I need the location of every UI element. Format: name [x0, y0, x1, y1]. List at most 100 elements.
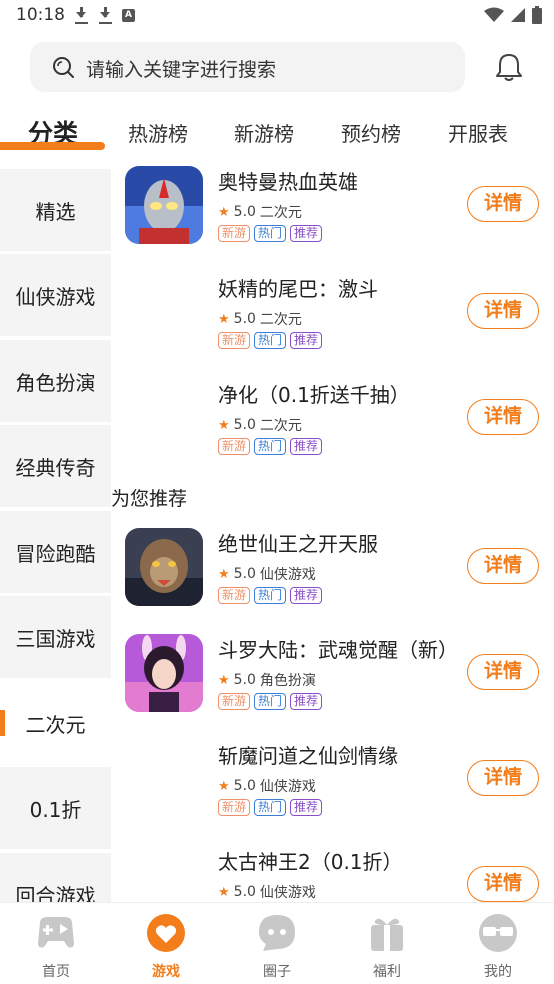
wifi-icon: [484, 7, 504, 22]
list-item[interactable]: 太古神王2（0.1折） ★ 5.0 仙侠游戏 新游 热门 推荐 详情: [111, 842, 554, 902]
status-time: 10:18: [16, 5, 65, 25]
list-item[interactable]: 绝世仙王之开天服 ★ 5.0 仙侠游戏 新游 热门 推荐 详情: [111, 524, 554, 630]
game-tags: 新游 热门 推荐: [218, 799, 323, 816]
game-rating: 5.0: [233, 672, 256, 688]
nav-profile[interactable]: 我的: [458, 913, 538, 980]
tab-server-schedule[interactable]: 开服表: [448, 118, 508, 147]
game-meta: ★ 5.0 二次元: [218, 415, 302, 435]
detail-button[interactable]: 详情: [467, 293, 539, 329]
game-rating: 5.0: [233, 884, 256, 900]
game-category: 二次元: [259, 312, 302, 328]
star-icon: ★: [218, 672, 230, 688]
tab-reservation[interactable]: 预约榜: [341, 118, 401, 147]
heart-chat-icon: [147, 914, 185, 952]
nav-home[interactable]: 首页: [16, 913, 96, 980]
tag-hot: 热门: [254, 693, 287, 710]
game-category: 角色扮演: [259, 673, 316, 689]
tab-hot-games[interactable]: 热游榜: [128, 118, 188, 147]
glasses-face-icon: [479, 914, 517, 952]
list-item[interactable]: 斩魔问道之仙剑情缘 ★ 5.0 仙侠游戏 新游 热门 推荐 详情: [111, 736, 554, 842]
game-icon-placeholder: [125, 273, 203, 351]
status-bar: 10:18 A: [0, 0, 554, 32]
list-item[interactable]: 妖精的尾巴：激斗 ★ 5.0 二次元 新游 热门 推荐 详情: [111, 269, 554, 375]
sidebar-active-indicator: [0, 710, 5, 736]
tag-new: 新游: [218, 587, 251, 604]
game-name: 奥特曼热血英雄: [218, 170, 358, 194]
star-icon: ★: [218, 204, 230, 220]
tag-new: 新游: [218, 799, 251, 816]
tag-hot: 热门: [254, 225, 287, 242]
detail-button[interactable]: 详情: [467, 186, 539, 222]
tag-new: 新游: [218, 693, 251, 710]
chat-bubble-icon: [259, 915, 295, 951]
game-meta: ★ 5.0 二次元: [218, 309, 302, 329]
game-icon-placeholder: [125, 379, 203, 457]
sidebar-item-rpg[interactable]: 角色扮演: [0, 340, 111, 422]
detail-button[interactable]: 详情: [467, 654, 539, 690]
game-tags: 新游 热门 推荐: [218, 693, 323, 710]
game-meta: ★ 5.0 角色扮演: [218, 670, 316, 690]
list-item[interactable]: 奥特曼热血英雄 ★ 5.0 二次元 新游 热门 推荐 详情: [111, 162, 554, 268]
nav-label: 首页: [42, 964, 70, 980]
tag-recommended: 推荐: [290, 587, 323, 604]
game-meta: ★ 5.0 仙侠游戏: [218, 776, 316, 796]
nav-label: 圈子: [263, 964, 291, 980]
detail-button[interactable]: 详情: [467, 760, 539, 796]
list-item[interactable]: 斗罗大陆：武魂觉醒（新） ★ 5.0 角色扮演 新游 热门 推荐 详情: [111, 630, 554, 736]
game-rating: 5.0: [233, 566, 256, 582]
game-name: 净化（0.1折送千抽）: [218, 383, 410, 407]
detail-button[interactable]: 详情: [467, 399, 539, 435]
top-tabs: 分类 热游榜 新游榜 预约榜 开服表: [0, 112, 554, 156]
game-tags: 新游 热门 推荐: [218, 438, 323, 455]
nav-label: 我的: [484, 964, 512, 980]
game-tags: 新游 热门 推荐: [218, 587, 323, 604]
star-icon: ★: [218, 566, 230, 582]
sidebar-item-adventure[interactable]: 冒险跑酷: [0, 511, 111, 593]
tab-new-games[interactable]: 新游榜: [234, 118, 294, 147]
sidebar-item-discount[interactable]: 0.1折: [0, 767, 111, 849]
game-category: 仙侠游戏: [259, 885, 316, 901]
download-icon: [74, 6, 89, 24]
tag-hot: 热门: [254, 587, 287, 604]
game-rating: 5.0: [233, 778, 256, 794]
game-rating: 5.0: [233, 311, 256, 327]
nav-circle[interactable]: 圈子: [237, 913, 317, 980]
game-rating: 5.0: [233, 204, 256, 220]
sidebar-item-featured[interactable]: 精选: [0, 169, 111, 251]
search-input[interactable]: 请输入关键字进行搜索: [30, 42, 465, 92]
sidebar-item-xianxia[interactable]: 仙侠游戏: [0, 254, 111, 336]
bottom-nav: 首页 游戏 圈子 福利 我的: [0, 902, 554, 984]
nav-label: 福利: [373, 964, 401, 980]
sidebar-item-anime[interactable]: 二次元: [0, 682, 111, 764]
nav-welfare[interactable]: 福利: [347, 913, 427, 980]
gamepad-icon: [38, 917, 74, 948]
star-icon: ★: [218, 311, 230, 327]
game-name: 妖精的尾巴：激斗: [218, 277, 378, 301]
sidebar-item-legend[interactable]: 经典传奇: [0, 425, 111, 507]
active-tab-indicator: [0, 142, 105, 150]
sidebar-item-turn-based[interactable]: 回合游戏: [0, 853, 111, 902]
game-icon-monkey-king: [125, 528, 203, 606]
game-name: 绝世仙王之开天服: [218, 532, 378, 556]
tag-hot: 热门: [254, 438, 287, 455]
download-icon: [98, 6, 113, 24]
game-category: 二次元: [259, 418, 302, 434]
notification-icons: A: [74, 6, 135, 24]
search-placeholder: 请输入关键字进行搜索: [86, 59, 277, 81]
star-icon: ★: [218, 884, 230, 900]
tag-recommended: 推荐: [290, 332, 323, 349]
list-item[interactable]: 净化（0.1折送千抽） ★ 5.0 二次元 新游 热门 推荐 详情: [111, 375, 554, 481]
game-category: 二次元: [259, 205, 302, 221]
game-icon-douluo: [125, 634, 203, 712]
tag-recommended: 推荐: [290, 225, 323, 242]
nav-games[interactable]: 游戏: [126, 913, 206, 980]
bell-icon[interactable]: [495, 52, 523, 82]
tag-recommended: 推荐: [290, 799, 323, 816]
sidebar-item-three-kingdoms[interactable]: 三国游戏: [0, 596, 111, 678]
detail-button[interactable]: 详情: [467, 866, 539, 902]
signal-icon: [511, 8, 525, 22]
game-name: 斩魔问道之仙剑情缘: [218, 744, 398, 768]
tag-new: 新游: [218, 225, 251, 242]
detail-button[interactable]: 详情: [467, 548, 539, 584]
tag-hot: 热门: [254, 332, 287, 349]
